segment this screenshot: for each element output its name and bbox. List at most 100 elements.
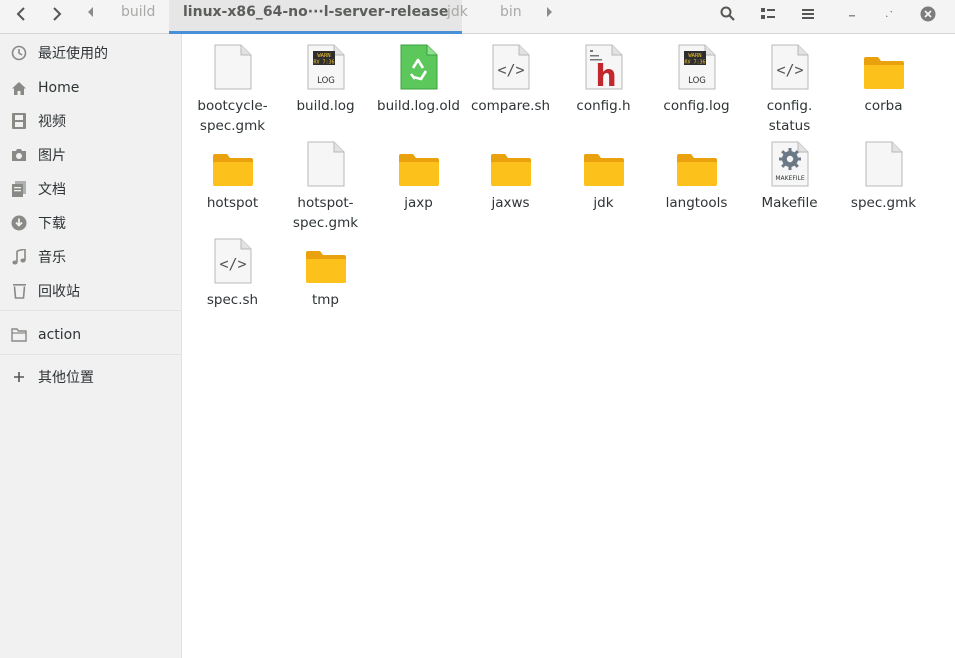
- folder-outline-icon: [0, 328, 38, 342]
- sidebar-item-label: 图片: [38, 148, 66, 164]
- script-file-icon: </>: [203, 234, 263, 284]
- text-file-icon: [296, 137, 356, 187]
- file-name-label: compare.sh: [470, 98, 551, 114]
- breadcrumb-build[interactable]: build: [121, 0, 155, 27]
- sidebar-item-recent[interactable]: 最近使用的: [0, 38, 182, 68]
- sidebar-item-action[interactable]: action: [0, 320, 182, 350]
- sidebar-item-label: 视频: [38, 114, 66, 130]
- svg-text:RV 7:36: RV 7:36: [684, 60, 705, 66]
- home-icon: [0, 81, 38, 96]
- file-item[interactable]: </> config. status: [743, 40, 836, 136]
- file-name-label: bootcycle- spec.gmk: [197, 98, 268, 134]
- sidebar-item-label: 下载: [38, 216, 66, 232]
- documents-icon: [0, 181, 38, 197]
- sidebar-item-home[interactable]: Home: [0, 73, 182, 103]
- file-name-label: jaxp: [404, 195, 433, 211]
- sidebar-item-documents[interactable]: 文档: [0, 174, 182, 204]
- file-name-label: build.log.old: [377, 98, 460, 114]
- camera-icon: [0, 148, 38, 162]
- sidebar-divider: [0, 310, 182, 311]
- file-name-label: Makefile: [761, 195, 818, 211]
- video-icon: [0, 113, 38, 129]
- sidebar-item-label: 回收站: [38, 284, 80, 300]
- text-file-icon: [854, 137, 914, 187]
- folder-item[interactable]: tmp: [279, 234, 372, 310]
- file-name-label: langtools: [665, 195, 728, 211]
- file-name-label: spec.sh: [206, 292, 259, 308]
- menu-button[interactable]: [797, 0, 819, 27]
- sidebar-item-pictures[interactable]: 图片: [0, 140, 182, 170]
- view-toggle-button[interactable]: [757, 0, 779, 27]
- file-name-label: corba: [864, 98, 903, 114]
- hamburger-icon: [802, 8, 814, 19]
- header-file-icon: h: [574, 40, 634, 90]
- back-button[interactable]: [10, 0, 34, 27]
- forward-button[interactable]: [44, 0, 68, 27]
- breadcrumb-scroll-left-button[interactable]: [87, 0, 95, 24]
- sidebar-item-label: 音乐: [38, 250, 66, 266]
- log-file-icon: WARN RV 7:36 LOG: [667, 40, 727, 90]
- sidebar-item-label: 最近使用的: [38, 46, 108, 62]
- folder-item[interactable]: jdk: [557, 137, 650, 213]
- file-name-label: tmp: [311, 292, 339, 308]
- sidebar-item-videos[interactable]: 视频: [0, 106, 182, 136]
- trash-icon: [0, 283, 38, 299]
- svg-text:WARN: WARN: [688, 53, 701, 59]
- minimize-button[interactable]: [845, 0, 859, 27]
- breadcrumb-scroll-right-button[interactable]: [545, 0, 553, 24]
- file-item[interactable]: build.log.old: [372, 40, 465, 116]
- sidebar-item-other-locations[interactable]: 其他位置: [0, 362, 182, 392]
- sidebar-item-label: 其他位置: [38, 370, 94, 386]
- log-file-icon: WARN RV 7:36 LOG: [296, 40, 356, 90]
- sidebar-item-music[interactable]: 音乐: [0, 242, 182, 272]
- breadcrumb-current[interactable]: linux-x86_64-no···l-server-release: [169, 0, 463, 34]
- sidebar-divider: [0, 354, 182, 355]
- sidebar-item-downloads[interactable]: 下载: [0, 208, 182, 238]
- search-button[interactable]: [716, 0, 738, 27]
- breadcrumb-bin[interactable]: bin: [500, 0, 522, 27]
- file-item[interactable]: MAKEFILE Makefile: [743, 137, 836, 213]
- svg-text:</>: </>: [497, 61, 524, 79]
- search-icon: [720, 6, 735, 21]
- folder-item[interactable]: jaxws: [464, 137, 557, 213]
- maximize-button[interactable]: [882, 0, 896, 27]
- music-note-icon: [0, 249, 38, 265]
- folder-item[interactable]: langtools: [650, 137, 743, 213]
- sidebar-item-trash[interactable]: 回收站: [0, 276, 182, 306]
- file-grid: bootcycle- spec.gmk WARN RV 7:36 LOG build.l…: [183, 34, 955, 658]
- header-bar: build linux-x86_64-no···l-server-release…: [0, 0, 955, 34]
- plus-icon: [0, 371, 38, 383]
- folder-item[interactable]: hotspot: [186, 137, 279, 213]
- folder-icon: [481, 137, 541, 187]
- file-item[interactable]: h config.h: [557, 40, 650, 116]
- chevron-left-icon: [16, 6, 25, 21]
- breadcrumb-jdk[interactable]: jdk: [447, 0, 468, 27]
- file-name-label: hotspot: [206, 195, 259, 211]
- svg-text:</>: </>: [219, 255, 246, 273]
- file-name-label: jaxws: [491, 195, 530, 211]
- script-file-icon: </>: [760, 40, 820, 90]
- file-item[interactable]: spec.gmk: [837, 137, 930, 213]
- folder-icon: [296, 234, 356, 284]
- svg-text:h: h: [595, 59, 616, 90]
- file-item[interactable]: </> spec.sh: [186, 234, 279, 310]
- svg-text:LOG: LOG: [317, 76, 335, 86]
- minimize-icon: [849, 14, 855, 16]
- folder-icon: [854, 40, 914, 90]
- close-button[interactable]: [919, 0, 937, 27]
- file-item[interactable]: WARN RV 7:36 LOG build.log: [279, 40, 372, 116]
- file-item[interactable]: hotspot- spec.gmk: [279, 137, 372, 233]
- file-item[interactable]: bootcycle- spec.gmk: [186, 40, 279, 136]
- svg-text:WARN: WARN: [317, 53, 330, 59]
- sidebar-item-label: Home: [38, 80, 80, 96]
- file-name-label: config.log: [663, 98, 730, 114]
- svg-text:MAKEFILE: MAKEFILE: [775, 175, 805, 182]
- maximize-icon: [886, 10, 892, 17]
- folder-item[interactable]: corba: [837, 40, 930, 116]
- recent-icon: [0, 45, 38, 61]
- file-item[interactable]: WARN RV 7:36 LOG config.log: [650, 40, 743, 116]
- file-name-label: config.h: [576, 98, 631, 114]
- folder-item[interactable]: jaxp: [372, 137, 465, 213]
- file-name-label: jdk: [593, 195, 614, 211]
- file-item[interactable]: </> compare.sh: [464, 40, 557, 116]
